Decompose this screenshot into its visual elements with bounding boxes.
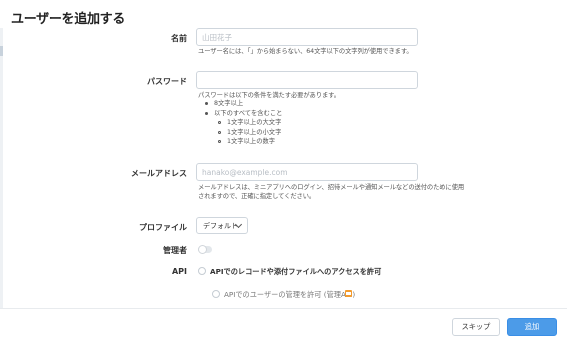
password-rule: 8文字以上 (204, 99, 282, 109)
password-rules: 8文字以上 以下のすべてを含むこと 1文字以上の大文字 1文字以上の小文字 1文… (204, 99, 283, 147)
admin-toggle[interactable] (198, 245, 212, 254)
premium-badge-icon (345, 290, 352, 297)
password-label: パスワード (147, 77, 187, 86)
password-sub-rule: 1文字以上の大文字 (214, 118, 282, 128)
name-input[interactable] (196, 28, 418, 46)
profile-label: プロファイル (139, 223, 187, 232)
skip-button[interactable]: スキップ (452, 318, 500, 336)
api-label: API (171, 267, 187, 276)
password-sub-rule: 1文字以上の数字 (214, 137, 282, 147)
left-rail (0, 28, 3, 308)
add-button[interactable]: 追加 (507, 318, 557, 336)
email-input[interactable] (196, 163, 418, 181)
dialog-title: ユーザーを追加する (11, 12, 126, 27)
api-admin-checkbox[interactable] (212, 290, 220, 298)
toggle-knob (198, 245, 207, 254)
password-input[interactable] (196, 71, 418, 89)
profile-selected-value: デフォルト (203, 221, 238, 230)
name-label: 名前 (171, 34, 187, 43)
api-access-checkbox[interactable] (198, 267, 206, 275)
add-user-dialog: ユーザーを追加する 名前 ユーザー名には、「」から始まらない、64文字以下の文字… (0, 0, 567, 347)
api-access-option-label[interactable]: APIでのレコードや添付ファイルへのアクセスを許可 (210, 267, 381, 277)
left-rail-marker (0, 46, 3, 56)
email-label: メールアドレス (131, 169, 187, 178)
name-help: ユーザー名には、「」から始まらない、64文字以下の文字列が使用できます。 (198, 48, 413, 55)
password-rule: 以下のすべてを含むこと (204, 109, 283, 117)
admin-label: 管理者 (163, 246, 187, 255)
email-help-line2: されますので、正確に指定してください。 (198, 193, 316, 200)
profile-select[interactable]: デフォルト (196, 217, 248, 234)
footer-divider (0, 308, 567, 309)
api-admin-option-label[interactable]: APIでのユーザーの管理を許可 (管理API) (224, 290, 355, 300)
password-sub-rule: 1文字以上の小文字 (214, 128, 282, 138)
